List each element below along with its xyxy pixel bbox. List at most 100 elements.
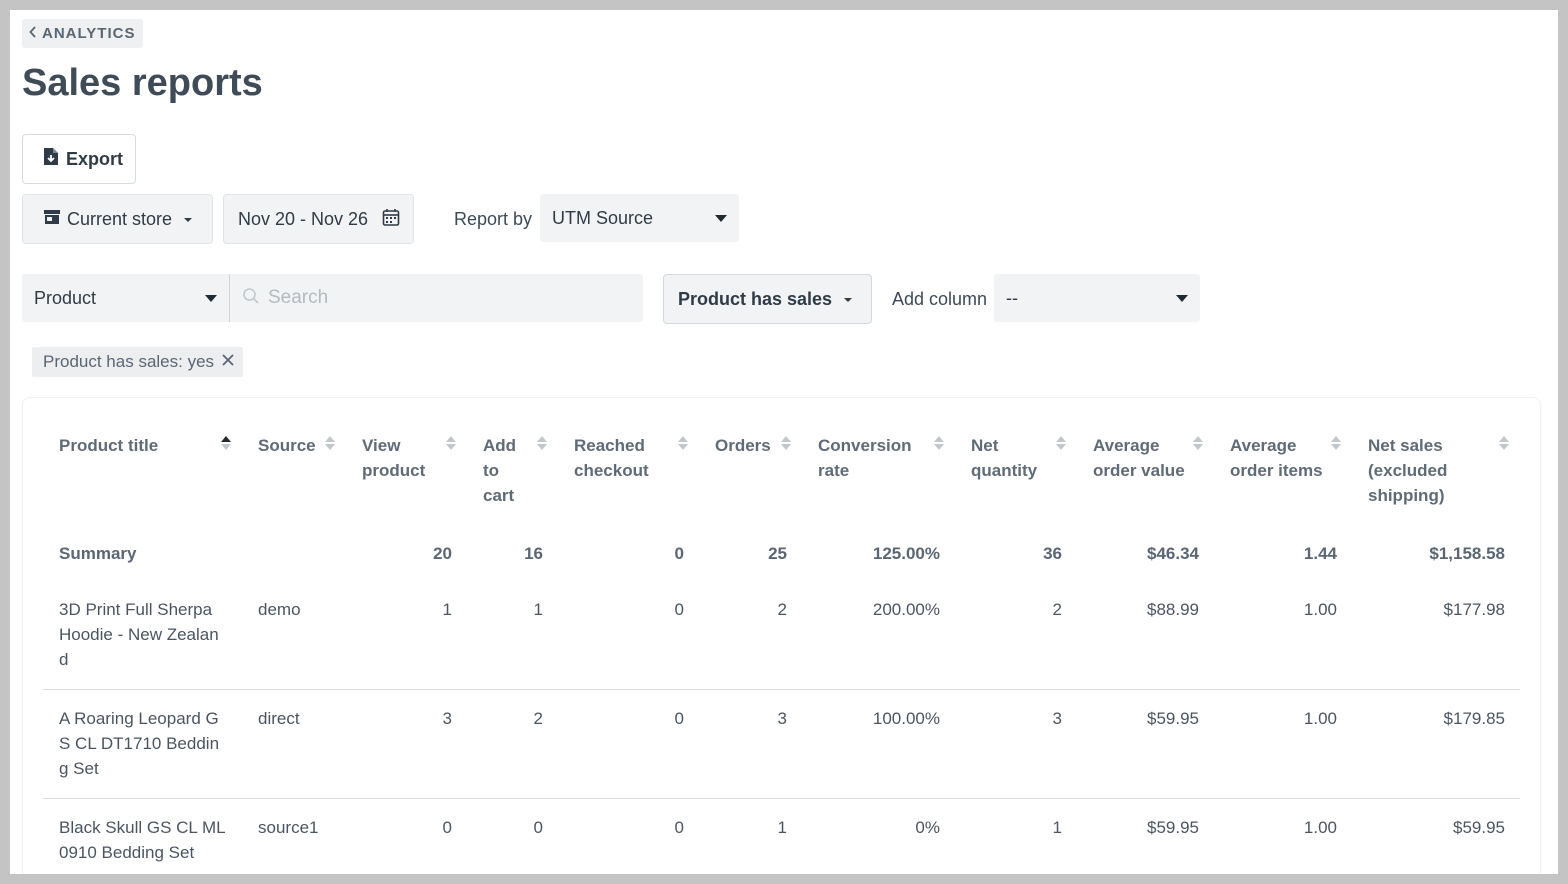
report-by-select[interactable]: UTM Source: [540, 194, 739, 242]
view-product-cell: 3: [346, 689, 467, 799]
source-cell: demo: [242, 581, 346, 690]
column-header[interactable]: Source: [242, 420, 346, 526]
sort-icon: [1056, 436, 1066, 450]
summary-net-sales: $1,158.58: [1429, 544, 1505, 563]
sort-icon: [325, 436, 335, 450]
column-header[interactable]: Net quantity: [955, 420, 1077, 526]
avg-order-items-cell: 1.00: [1214, 581, 1352, 690]
store-selector-button[interactable]: Current store: [22, 194, 213, 244]
orders-cell: 1: [699, 798, 802, 874]
table-row: A Roaring Leopard GS CL DT1710 Bedding S…: [43, 689, 1520, 799]
file-export-icon: [43, 147, 59, 171]
column-header[interactable]: Conversion rate: [802, 420, 955, 526]
summary-avg-order-items: 1.44: [1303, 544, 1337, 563]
summary-source: [242, 526, 346, 581]
sort-icon: [781, 436, 791, 450]
sort-icon: [1499, 436, 1509, 450]
store-label: Current store: [67, 208, 173, 229]
breadcrumb-label: ANALYTICS: [42, 25, 136, 42]
reached-checkout-cell: 0: [558, 581, 699, 690]
close-icon[interactable]: [221, 352, 235, 372]
add-to-cart-cell: 1: [467, 581, 558, 690]
column-header[interactable]: Add to cart: [467, 420, 558, 526]
sort-icon: [678, 436, 688, 450]
sales-report-table: Product title Source View product Add to…: [43, 420, 1520, 874]
summary-orders: 25: [768, 544, 787, 563]
summary-avg-order-value: $46.34: [1147, 544, 1199, 563]
app-frame: ANALYTICS Sales reports Export Current s…: [10, 10, 1558, 874]
table-row: Black Skull GS CL ML0910 Bedding Set sou…: [43, 798, 1520, 874]
view-product-cell: 0: [346, 798, 467, 874]
report-by-value: UTM Source: [552, 207, 654, 228]
net-quantity-cell: 1: [955, 798, 1077, 874]
date-range-value: Nov 20 - Nov 26: [238, 208, 369, 229]
export-label: Export: [66, 148, 124, 169]
summary-add-to-cart: 16: [524, 544, 543, 563]
column-header[interactable]: Reached checkout: [558, 420, 699, 526]
summary-reached-checkout: 0: [674, 544, 684, 563]
avg-order-items-cell: 1.00: [1214, 798, 1352, 874]
add-to-cart-cell: 0: [467, 798, 558, 874]
filter-field-value: Product: [34, 287, 97, 308]
avg-order-items-cell: 1.00: [1214, 689, 1352, 799]
conversion-rate-cell: 100.00%: [802, 689, 955, 799]
add-column-select[interactable]: --: [994, 274, 1200, 322]
conversion-rate-cell: 200.00%: [802, 581, 955, 690]
sort-icon: [221, 436, 231, 450]
column-header[interactable]: View product: [346, 420, 467, 526]
add-column-value: --: [1006, 287, 1018, 308]
orders-cell: 2: [699, 581, 802, 690]
search-input[interactable]: [268, 287, 628, 309]
reached-checkout-cell: 0: [558, 689, 699, 799]
column-header[interactable]: Average order items: [1214, 420, 1352, 526]
add-column-label: Add column: [892, 289, 988, 309]
product-has-sales-label: Product has sales: [678, 288, 833, 309]
reached-checkout-cell: 0: [558, 798, 699, 874]
sort-icon: [1193, 436, 1203, 450]
summary-net-quantity: 36: [1043, 544, 1062, 563]
source-cell: direct: [242, 689, 346, 799]
summary-view-product: 20: [433, 544, 452, 563]
avg-order-value-cell: $59.95: [1077, 798, 1214, 874]
search-field[interactable]: [229, 274, 643, 322]
sort-icon: [934, 436, 944, 450]
product-has-sales-button[interactable]: Product has sales: [663, 274, 872, 324]
product-title-cell: 3D Print Full Sherpa Hoodie - New Zealan…: [43, 581, 242, 690]
net-sales-cell: $59.95: [1352, 798, 1520, 874]
caret-down-icon: [205, 294, 217, 302]
caret-down-icon: [184, 218, 193, 222]
summary-label: Summary: [59, 544, 137, 563]
breadcrumb-back-link[interactable]: ANALYTICS: [22, 19, 144, 48]
summary-conversion-rate: 125.00%: [872, 544, 940, 563]
product-title-cell: A Roaring Leopard GS CL DT1710 Bedding S…: [43, 689, 242, 799]
filter-field-select[interactable]: Product: [22, 274, 229, 322]
add-to-cart-cell: 2: [467, 689, 558, 799]
column-header[interactable]: Net sales (excluded shipping): [1352, 420, 1520, 526]
calendar-icon: [382, 208, 400, 231]
report-by-label: Report by: [454, 209, 533, 229]
product-title-cell: Black Skull GS CL ML0910 Bedding Set: [43, 798, 242, 874]
chevron-left-icon: [29, 25, 37, 42]
date-range-picker[interactable]: Nov 20 - Nov 26: [223, 194, 414, 244]
filter-chip: Product has sales: yes: [32, 347, 244, 377]
view-product-cell: 1: [346, 581, 467, 690]
filter-chip-label: Product has sales: yes: [43, 352, 215, 371]
caret-down-icon: [844, 298, 853, 302]
caret-down-icon: [1176, 294, 1188, 302]
report-table-card: Product title Source View product Add to…: [22, 397, 1541, 874]
table-row: 3D Print Full Sherpa Hoodie - New Zealan…: [43, 581, 1520, 690]
column-header[interactable]: Product title: [43, 420, 242, 526]
export-button[interactable]: Export: [22, 134, 136, 184]
net-sales-cell: $179.85: [1352, 689, 1520, 799]
avg-order-value-cell: $88.99: [1077, 581, 1214, 690]
search-icon: [242, 287, 260, 310]
column-header[interactable]: Average order value: [1077, 420, 1214, 526]
store-icon: [43, 209, 61, 230]
column-header[interactable]: Orders: [699, 420, 802, 526]
caret-down-icon: [715, 214, 727, 222]
sort-icon: [1331, 436, 1341, 450]
avg-order-value-cell: $59.95: [1077, 689, 1214, 799]
summary-row: Summary 20 16 0 25 125.00% 36 $46.34 1.4…: [43, 526, 1520, 581]
page-title: Sales reports: [22, 62, 263, 104]
conversion-rate-cell: 0%: [802, 798, 955, 874]
